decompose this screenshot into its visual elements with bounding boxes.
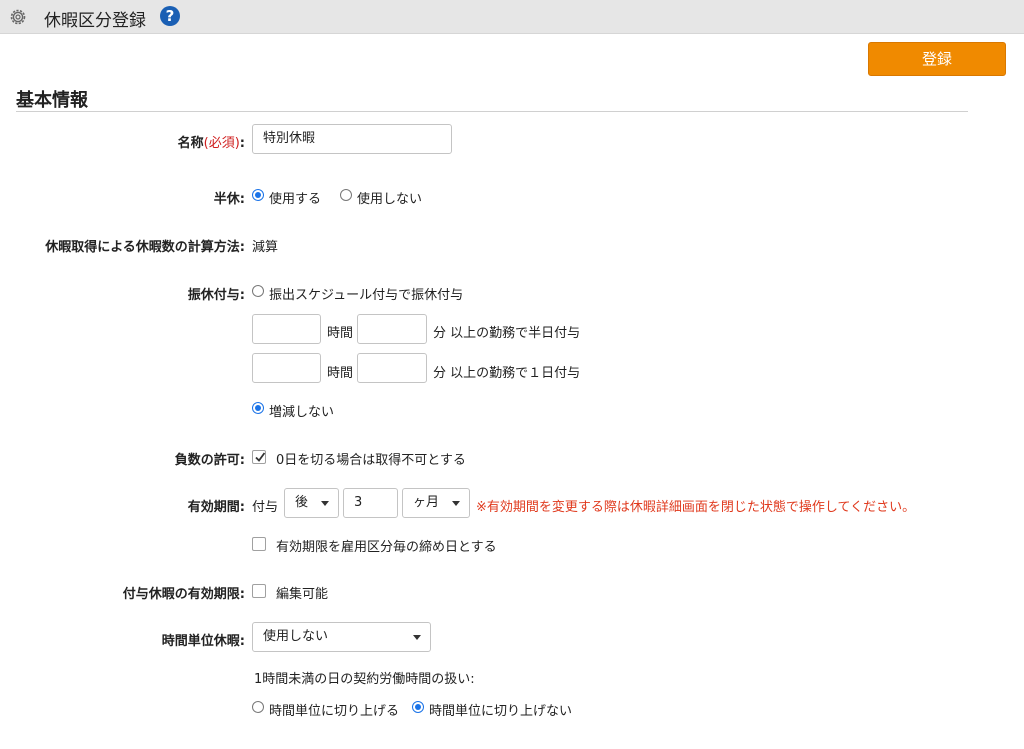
closing-date-checkbox[interactable] <box>252 537 266 551</box>
validity-amount-input[interactable]: 3 <box>343 488 398 518</box>
gear-icon[interactable] <box>8 7 28 27</box>
half-hours-input[interactable] <box>252 314 321 344</box>
half-day-use-radio[interactable] <box>252 189 264 201</box>
negative-checkbox-label: 0日を切る場合は取得不可とする <box>276 453 466 468</box>
help-icon[interactable]: ? <box>160 6 180 26</box>
hourly-noround-label: 時間単位に切り上げない <box>429 704 573 719</box>
half-day-use-label: 使用する <box>269 192 322 207</box>
hourly-label: 時間単位休暇: <box>161 634 245 649</box>
submit-button[interactable]: 登録 <box>868 42 1006 76</box>
half-minutes-text: 分 以上の勤務で半日付与 <box>433 326 581 341</box>
name-label-colon: : <box>239 136 245 151</box>
full-minutes-input[interactable] <box>357 353 427 383</box>
half-hours-unit: 時間 <box>327 326 354 341</box>
half-minutes-input[interactable] <box>357 314 427 344</box>
validity-direction-value: 後 <box>295 495 309 510</box>
full-minutes-text: 分 以上の勤務で１日付与 <box>433 366 581 381</box>
name-label: 名称(必須): <box>150 132 245 151</box>
half-day-label: 半休: <box>213 192 245 207</box>
check-icon <box>255 452 266 462</box>
name-label-text: 名称 <box>177 136 204 151</box>
name-input[interactable]: 特別休暇 <box>252 124 452 154</box>
full-hours-input[interactable] <box>252 353 321 383</box>
negative-label: 負数の許可: <box>174 453 245 468</box>
substitute-label: 振休付与: <box>187 288 245 303</box>
validity-prefix: 付与 <box>252 500 279 515</box>
substitute-schedule-label: 振出スケジュール付与で振休付与 <box>269 288 464 303</box>
validity-direction-select[interactable]: 後 <box>284 488 339 518</box>
validity-warning: ※有効期間を変更する際は休暇詳細画面を閉じた状態で操作してください。 <box>476 500 916 515</box>
hourly-select-value: 使用しない <box>263 629 329 644</box>
calc-method-label: 休暇取得による休暇数の計算方法: <box>45 240 245 255</box>
substitute-none-label: 増減しない <box>269 405 335 420</box>
hourly-round-radio[interactable] <box>252 701 264 713</box>
hourly-select[interactable]: 使用しない <box>252 622 431 652</box>
granted-expiry-checkbox-label: 編集可能 <box>276 587 329 602</box>
title-bar: 休暇区分登録 ? <box>0 0 1024 34</box>
half-day-nouse-label: 使用しない <box>357 192 423 207</box>
negative-checkbox[interactable] <box>252 450 266 464</box>
chevron-down-icon <box>413 635 421 640</box>
required-marker: (必須) <box>203 136 240 151</box>
hourly-round-label: 時間単位に切り上げる <box>269 704 400 719</box>
closing-date-label: 有効期限を雇用区分毎の締め日とする <box>276 540 497 555</box>
hourly-noround-radio[interactable] <box>412 701 424 713</box>
validity-label: 有効期間: <box>187 500 245 515</box>
hourly-note: 1時間未満の日の契約労働時間の扱い: <box>254 672 475 687</box>
chevron-down-icon <box>321 501 329 506</box>
substitute-schedule-radio[interactable] <box>252 285 264 297</box>
full-hours-unit: 時間 <box>327 366 354 381</box>
validity-unit-value: ヶ月 <box>413 495 440 510</box>
granted-expiry-checkbox[interactable] <box>252 584 266 598</box>
substitute-none-radio[interactable] <box>252 402 264 414</box>
calc-method-value: 減算 <box>252 240 279 255</box>
section-title: 基本情報 <box>16 90 88 111</box>
page-title: 休暇区分登録 <box>44 11 146 31</box>
half-day-nouse-radio[interactable] <box>340 189 352 201</box>
chevron-down-icon <box>452 501 460 506</box>
validity-unit-select[interactable]: ヶ月 <box>402 488 470 518</box>
section-divider <box>16 111 968 112</box>
granted-expiry-label: 付与休暇の有効期限: <box>122 587 245 602</box>
